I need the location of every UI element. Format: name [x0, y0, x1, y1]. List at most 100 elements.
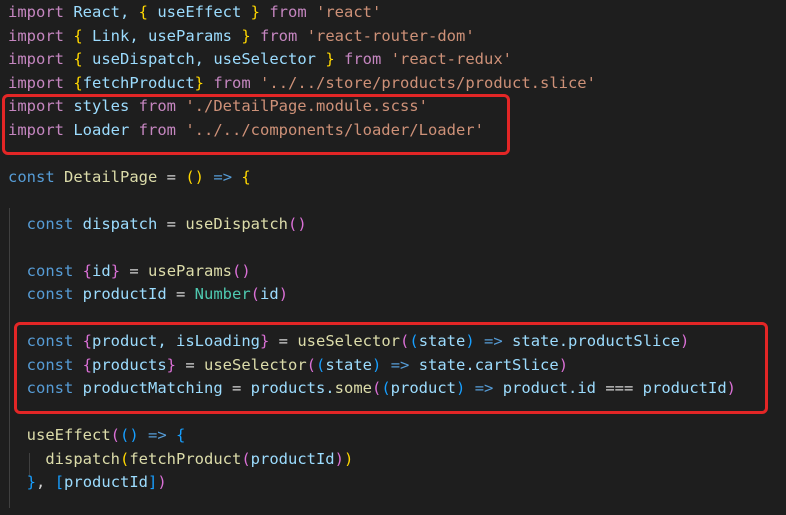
- code-token: }: [194, 73, 205, 92]
- code-token: productSlice: [568, 332, 681, 350]
- code-token: ): [726, 379, 737, 397]
- code-token: useEffect: [148, 3, 251, 21]
- code-token: }: [325, 50, 335, 68]
- code-token: some: [334, 379, 372, 397]
- code-line: }, [productId]): [8, 470, 167, 494]
- code-token: React,: [64, 3, 139, 21]
- code-token: products.: [250, 379, 335, 397]
- code-token: ): [456, 379, 466, 397]
- code-token: cartSlice: [474, 355, 559, 374]
- code-token: Number: [194, 285, 251, 303]
- code-line: useEffect(() => {: [8, 423, 186, 447]
- code-token: dispatch: [82, 214, 158, 233]
- code-token: 'react': [316, 3, 382, 21]
- code-token: ===: [605, 379, 634, 397]
- code-token: fetchProduct: [82, 73, 195, 92]
- code-token: (: [381, 379, 391, 397]
- code-token: =: [157, 214, 186, 233]
- code-token: useDispatch, useSelector: [82, 50, 326, 68]
- code-token: ): [344, 449, 354, 468]
- code-token: DetailPage: [64, 167, 158, 186]
- code-token: from: [344, 50, 382, 68]
- code-token: productId: [633, 379, 727, 397]
- code-token: =: [157, 167, 186, 186]
- code-token: ): [680, 332, 690, 350]
- code-editor[interactable]: import React, { useEffect } from 'react'…: [0, 0, 786, 515]
- code-token: =: [176, 355, 205, 374]
- code-token: import: [8, 50, 64, 68]
- code-token: (: [371, 379, 382, 397]
- code-token: ,: [36, 473, 55, 491]
- code-token: from: [269, 3, 307, 21]
- code-line: const productMatching = products.some((p…: [8, 376, 736, 400]
- code-token: 'react-router-dom': [306, 26, 475, 45]
- code-token: (: [241, 449, 251, 468]
- code-token: Link, useParams: [82, 26, 242, 45]
- code-token: const: [8, 285, 74, 303]
- code-token: const: [8, 379, 74, 397]
- code-token: import: [8, 97, 64, 115]
- code-token: ): [465, 332, 475, 350]
- code-token: product, isLoading: [92, 332, 260, 350]
- code-token: (: [306, 355, 317, 374]
- code-token: ): [157, 473, 167, 491]
- code-token: (: [119, 449, 130, 468]
- code-token: {: [73, 26, 83, 45]
- code-token: products: [92, 355, 167, 374]
- code-token: {: [82, 261, 93, 280]
- code-line: import React, { useEffect } from 'react': [8, 0, 381, 24]
- code-token: useParams: [148, 261, 233, 280]
- code-token: =: [269, 332, 298, 350]
- code-token: productId: [250, 449, 335, 468]
- code-token: from: [213, 73, 251, 92]
- code-token: (): [185, 167, 205, 186]
- code-line: const dispatch = useDispatch(): [8, 212, 307, 236]
- code-token: useSelector: [297, 332, 400, 350]
- code-token: =: [222, 379, 251, 397]
- code-token: './DetailPage.module.scss': [185, 97, 428, 115]
- code-token: }: [26, 473, 37, 491]
- code-token: [: [54, 473, 65, 491]
- code-token: dispatch: [45, 449, 120, 468]
- code-token: (: [400, 332, 410, 350]
- code-token: {: [73, 50, 83, 68]
- code-token: import: [8, 3, 64, 21]
- code-token: styles: [64, 97, 139, 115]
- code-line: const {products} = useSelector((state) =…: [8, 353, 568, 377]
- code-token: =: [120, 261, 149, 280]
- code-token: =>: [474, 379, 494, 397]
- code-token: id: [260, 285, 279, 303]
- code-token: }: [260, 332, 270, 350]
- code-token: =>: [390, 355, 410, 374]
- code-token: from: [260, 26, 298, 45]
- code-token: productId: [82, 285, 167, 303]
- code-token: =>: [148, 426, 167, 444]
- code-line: import {fetchProduct} from '../../store/…: [8, 71, 596, 95]
- code-token: 'react-redux': [390, 50, 513, 68]
- code-token: productId: [64, 473, 149, 491]
- code-token: const: [8, 167, 55, 186]
- code-token: state: [418, 332, 466, 350]
- code-token: }: [250, 3, 260, 21]
